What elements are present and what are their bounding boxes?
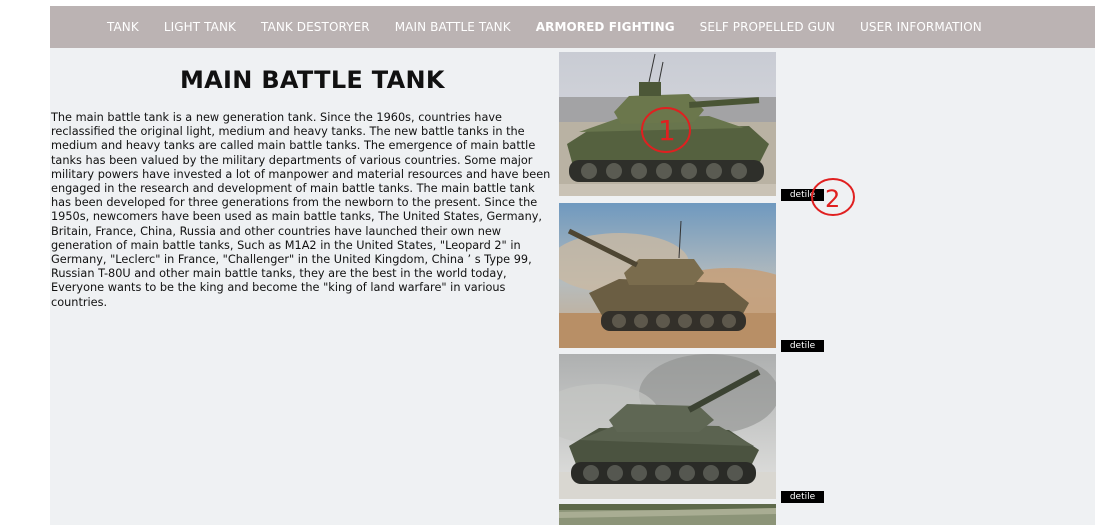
nav-item-tank-destroyer[interactable]: TANK DESTORYER [261,20,370,34]
tank-photo-3[interactable] [559,354,776,499]
tank-photo-1[interactable] [559,52,776,196]
page-container: TANK LIGHT TANK TANK DESTORYER MAIN BATT… [50,6,1095,525]
tank-photo-4[interactable] [559,504,776,525]
nav-item-main-battle-tank[interactable]: MAIN BATTLE TANK [395,20,511,34]
article-body-text: The main battle tank is a new generation… [51,111,551,309]
page-title: MAIN BATTLE TANK [180,66,445,94]
nav-item-self-propelled-gun[interactable]: SELF PROPELLED GUN [700,20,835,34]
tank-photo-2[interactable] [559,203,776,348]
nav-item-user-information[interactable]: USER INFORMATION [860,20,982,34]
top-navigation-bar: TANK LIGHT TANK TANK DESTORYER MAIN BATT… [50,6,1095,48]
nav-item-tank[interactable]: TANK [107,20,139,34]
nav-item-light-tank[interactable]: LIGHT TANK [164,20,236,34]
detail-button-3[interactable]: detile [781,491,824,503]
annotation-label-2: 2 [825,185,840,213]
detail-button-1[interactable]: detile [781,189,824,201]
nav-item-armored-fighting[interactable]: ARMORED FIGHTING [536,20,675,34]
detail-button-2[interactable]: detile [781,340,824,352]
